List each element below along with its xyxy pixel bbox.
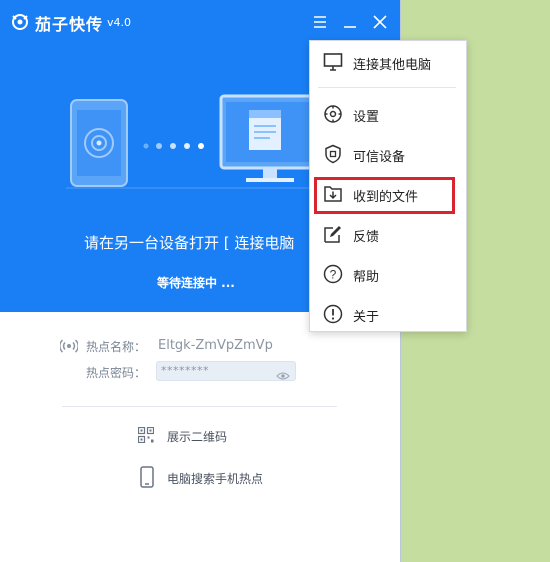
- shield-icon: [323, 144, 343, 164]
- menu-item-label: 帮助: [353, 270, 380, 285]
- menu-item-label: 关于: [353, 310, 380, 325]
- menu-item-help[interactable]: ? 帮助: [310, 257, 466, 291]
- download-folder-icon: [323, 184, 343, 204]
- eye-icon[interactable]: [276, 366, 290, 380]
- hotspot-password-value: ********: [161, 364, 209, 377]
- phone-to-pc-illustration: [66, 94, 326, 189]
- close-icon[interactable]: [370, 12, 390, 32]
- hotspot-icon: [59, 338, 79, 353]
- svg-text:?: ?: [330, 268, 337, 282]
- minimize-icon[interactable]: [340, 12, 360, 32]
- title-bar: 茄子快传 v4.0: [0, 0, 400, 44]
- phone-icon[interactable]: [140, 466, 154, 488]
- app-logo-icon: [10, 12, 30, 32]
- menu-item-trusted-devices[interactable]: 可信设备: [310, 137, 466, 171]
- edit-icon: [323, 224, 343, 244]
- menu-item-label: 连接其他电脑: [353, 58, 432, 73]
- menu-item-feedback[interactable]: 反馈: [310, 217, 466, 251]
- menu-item-connect-other-pc[interactable]: 连接其他电脑: [310, 45, 466, 79]
- menu-icon[interactable]: [310, 12, 330, 32]
- qr-code-icon[interactable]: [137, 426, 155, 444]
- hotspot-password-field[interactable]: ********: [156, 361, 296, 381]
- dropdown-menu: 连接其他电脑 设置 可信设备 收到的文件 反馈 ? 帮助 关于: [309, 40, 467, 332]
- settings-icon: [323, 104, 343, 124]
- menu-item-settings[interactable]: 设置: [310, 97, 466, 131]
- app-name: 茄子快传: [35, 15, 104, 34]
- menu-item-received-files[interactable]: 收到的文件: [310, 177, 466, 211]
- hotspot-name-value: Eltgk-ZmVpZmVp: [158, 338, 273, 353]
- menu-item-about[interactable]: 关于: [310, 297, 466, 331]
- pc-search-hotspot-link[interactable]: 电脑搜索手机热点: [167, 470, 263, 487]
- info-icon: [323, 304, 343, 324]
- help-icon: ?: [323, 264, 343, 284]
- section-divider: [62, 406, 337, 407]
- monitor-icon: [323, 52, 343, 72]
- hotspot-name-label: 热点名称：: [86, 340, 147, 354]
- app-version: v4.0: [107, 16, 132, 29]
- menu-item-label: 设置: [353, 110, 380, 125]
- menu-item-label: 收到的文件: [353, 190, 419, 205]
- menu-item-label: 反馈: [353, 230, 380, 245]
- show-qr-code-link[interactable]: 展示二维码: [167, 428, 227, 445]
- waiting-status: 等待连接中 ...: [157, 276, 235, 290]
- menu-item-label: 可信设备: [353, 150, 406, 165]
- menu-divider: [318, 87, 456, 88]
- hotspot-password-label: 热点密码：: [86, 366, 147, 380]
